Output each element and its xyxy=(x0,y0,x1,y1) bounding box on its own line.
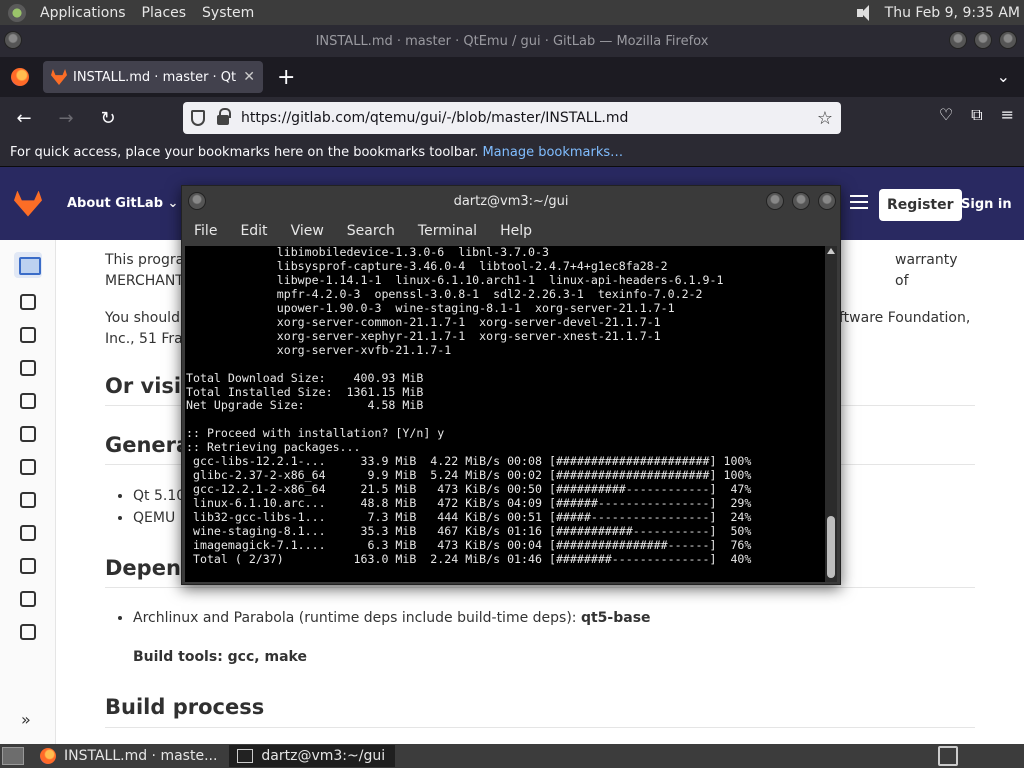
project-overview-icon[interactable] xyxy=(20,294,36,310)
list-all-tabs-icon[interactable]: ⌄ xyxy=(997,67,1010,86)
terminal-window-menu-icon[interactable] xyxy=(188,192,206,210)
minimize-icon[interactable] xyxy=(949,31,967,49)
terminal-title: dartz@vm3:~/gui xyxy=(453,193,569,209)
heading-or-visit: Or visit xyxy=(105,374,192,398)
terminal-text: libimobiledevice-1.3.0-6 libnl-3.7.0-3 l… xyxy=(186,246,752,566)
tracking-protection-icon[interactable] xyxy=(191,110,205,126)
about-gitlab-dropdown[interactable]: About GitLab ⌄ xyxy=(67,196,178,211)
reload-icon[interactable]: ↻ xyxy=(90,103,126,133)
navigation-toolbar: ← → ↻ https://gitlab.com/qtemu/gui/-/blo… xyxy=(0,97,1024,139)
heading-general: Genera xyxy=(105,433,191,457)
bookmarks-toolbar: For quick access, place your bookmarks h… xyxy=(0,139,1024,167)
bookmarks-hint: For quick access, place your bookmarks h… xyxy=(10,145,479,160)
issues-icon[interactable] xyxy=(20,360,36,376)
menu-system[interactable]: System xyxy=(194,5,262,21)
license-paragraph-1-right: warranty of xyxy=(895,252,958,289)
bottom-taskbar: INSTALL.md · maste... dartz@vm3:~/gui xyxy=(0,744,1024,768)
scroll-up-icon[interactable] xyxy=(827,248,835,254)
terminal-icon xyxy=(237,749,254,763)
list-item: Qt 5.10 xyxy=(133,488,185,504)
list-item: Archlinux and Parabola (runtime deps inc… xyxy=(133,610,651,626)
license-paragraph-2-right: ftware Foundation, xyxy=(839,310,971,326)
register-button[interactable]: Register xyxy=(879,189,962,221)
wiki-icon[interactable] xyxy=(20,591,36,607)
terminal-scrollbar[interactable] xyxy=(825,246,837,582)
terminal-close-icon[interactable] xyxy=(818,192,836,210)
project-avatar-icon[interactable] xyxy=(14,252,42,278)
terminal-menu-file[interactable]: File xyxy=(194,223,217,239)
forward-icon[interactable]: → xyxy=(48,103,84,133)
lock-icon[interactable] xyxy=(217,108,231,125)
project-sidebar: » xyxy=(0,240,56,744)
tab-install-md[interactable]: INSTALL.md · master · QtEmu / gui · GitL… xyxy=(43,61,263,93)
sign-in-link[interactable]: Sign in xyxy=(961,197,1012,212)
terminal-menu-terminal[interactable]: Terminal xyxy=(418,223,477,239)
monitor-icon[interactable] xyxy=(20,525,36,541)
menu-applications[interactable]: Applications xyxy=(32,5,134,21)
taskbar-firefox[interactable]: INSTALL.md · maste... xyxy=(32,745,225,767)
packages-icon[interactable] xyxy=(20,492,36,508)
terminal-window[interactable]: dartz@vm3:~/gui File Edit View Search Te… xyxy=(181,185,841,585)
back-icon[interactable]: ← xyxy=(6,103,42,133)
firefox-icon xyxy=(40,748,56,764)
terminal-output[interactable]: libimobiledevice-1.3.0-6 libnl-3.7.0-3 l… xyxy=(185,246,825,582)
merge-requests-icon[interactable] xyxy=(20,393,36,409)
manage-bookmarks-link[interactable]: Manage bookmarks… xyxy=(482,145,623,160)
hamburger-menu-icon[interactable] xyxy=(850,195,868,209)
terminal-menu-edit[interactable]: Edit xyxy=(240,223,267,239)
show-desktop-icon[interactable] xyxy=(2,747,24,765)
firefox-titlebar: INSTALL.md · master · QtEmu / gui · GitL… xyxy=(0,25,1024,57)
taskbar-terminal-label: dartz@vm3:~/gui xyxy=(261,748,386,764)
terminal-menu-search[interactable]: Search xyxy=(347,223,395,239)
close-window-icon[interactable] xyxy=(999,31,1017,49)
volume-icon[interactable] xyxy=(855,4,877,22)
deployments-icon[interactable] xyxy=(20,459,36,475)
list-item: QEMU xyxy=(133,510,185,526)
trash-icon[interactable] xyxy=(938,746,958,766)
analytics-icon[interactable] xyxy=(20,558,36,574)
window-menu-icon[interactable] xyxy=(4,31,22,49)
firefox-view-icon[interactable] xyxy=(11,68,29,86)
about-gitlab-label: About GitLab xyxy=(67,196,163,211)
new-tab-icon[interactable]: + xyxy=(277,65,295,90)
ci-cd-icon[interactable] xyxy=(20,426,36,442)
distro-logo-icon[interactable] xyxy=(8,3,26,22)
terminal-menu-view[interactable]: View xyxy=(291,223,324,239)
bookmark-star-icon[interactable]: ☆ xyxy=(817,108,833,129)
gitlab-favicon-icon xyxy=(51,69,67,85)
extensions-icon[interactable]: ⧉ xyxy=(971,105,982,125)
url-bar[interactable]: https://gitlab.com/qtemu/gui/-/blob/mast… xyxy=(183,102,841,134)
tab-title: INSTALL.md · master · QtEmu / gui · GitL… xyxy=(73,69,237,85)
clock[interactable]: Thu Feb 9, 9:35 AM xyxy=(885,5,1020,21)
app-menu-icon[interactable]: ≡ xyxy=(1001,105,1014,125)
build-tools: Build tools: gcc, make xyxy=(133,649,307,665)
window-title: INSTALL.md · master · QtEmu / gui · GitL… xyxy=(315,33,709,49)
repository-icon[interactable] xyxy=(20,327,36,343)
snippets-icon[interactable] xyxy=(20,624,36,640)
pocket-icon[interactable]: ♡ xyxy=(939,105,953,125)
deps-list: Archlinux and Parabola (runtime deps inc… xyxy=(133,610,651,632)
general-list: Qt 5.10 QEMU xyxy=(133,488,185,532)
terminal-menubar: File Edit View Search Terminal Help xyxy=(182,216,840,246)
menu-places[interactable]: Places xyxy=(134,5,195,21)
taskbar-firefox-label: INSTALL.md · maste... xyxy=(64,748,218,764)
scroll-thumb[interactable] xyxy=(827,516,835,578)
maximize-icon[interactable] xyxy=(974,31,992,49)
terminal-menu-help[interactable]: Help xyxy=(500,223,532,239)
top-panel: Applications Places System Thu Feb 9, 9:… xyxy=(0,0,1024,25)
taskbar-terminal[interactable]: dartz@vm3:~/gui xyxy=(229,745,396,767)
terminal-maximize-icon[interactable] xyxy=(792,192,810,210)
url-text[interactable]: https://gitlab.com/qtemu/gui/-/blob/mast… xyxy=(241,110,817,126)
terminal-minimize-icon[interactable] xyxy=(766,192,784,210)
close-tab-icon[interactable]: ✕ xyxy=(243,69,255,85)
gitlab-logo-icon[interactable] xyxy=(14,190,42,217)
tab-strip: INSTALL.md · master · QtEmu / gui · GitL… xyxy=(0,57,1024,97)
heading-build-process: Build process xyxy=(105,695,265,719)
expand-sidebar-icon[interactable]: » xyxy=(21,710,31,729)
